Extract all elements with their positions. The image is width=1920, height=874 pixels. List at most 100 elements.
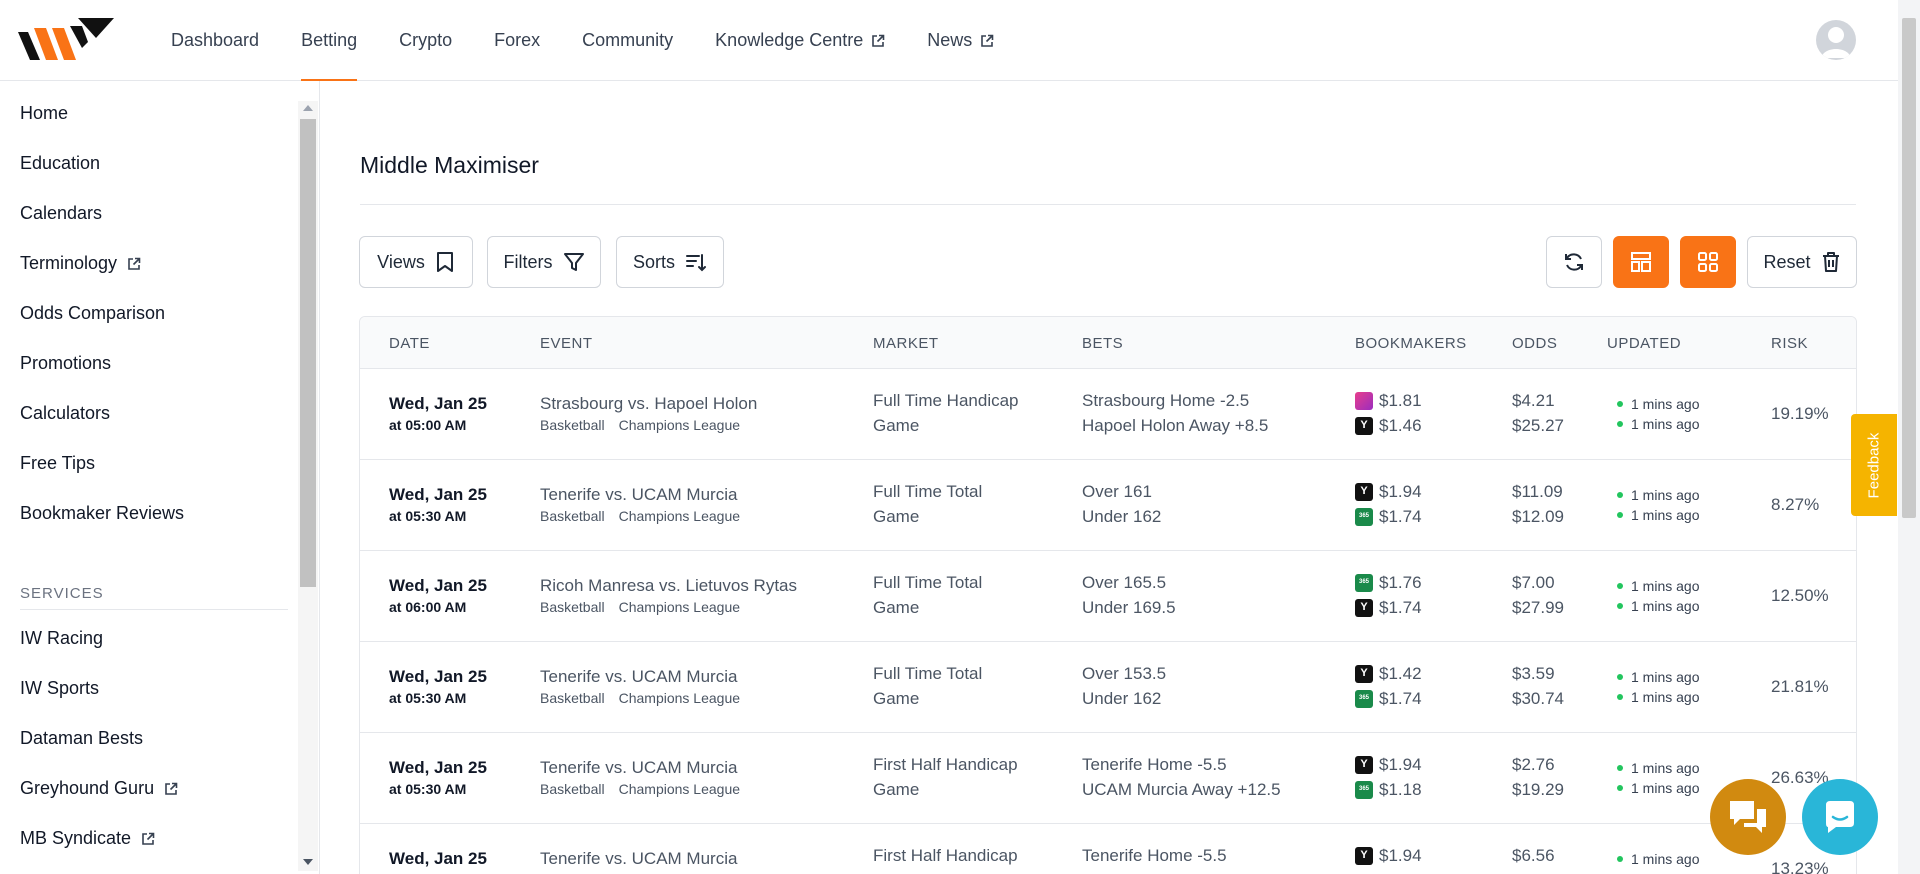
filters-button[interactable]: Filters xyxy=(487,236,601,288)
views-button[interactable]: Views xyxy=(359,236,473,288)
bookmaker-black-icon: Y xyxy=(1355,598,1373,617)
updated-text: 1 mins ago xyxy=(1631,688,1700,705)
event-name[interactable]: Tenerife vs. UCAM Murcia xyxy=(540,755,740,780)
page-scrollbar[interactable] xyxy=(1898,0,1920,874)
sidebar-item-education[interactable]: Education xyxy=(20,153,100,174)
nav-betting[interactable]: Betting xyxy=(280,0,378,81)
brand-logo[interactable] xyxy=(18,18,118,60)
nav-crypto[interactable]: Crypto xyxy=(378,0,473,81)
bookmaker-line-1[interactable]: Y $1.94 xyxy=(1355,479,1422,504)
bet-line-2: Under 162 xyxy=(1082,507,1162,526)
market-cell: Full Time Total Game xyxy=(873,661,982,711)
sidebar-scrollbar[interactable] xyxy=(298,101,318,871)
scroll-up-arrow-icon[interactable] xyxy=(303,105,313,111)
risk-cell: 21.81% xyxy=(1771,677,1829,696)
bookmaker-black-icon: Y xyxy=(1355,664,1373,683)
bet-line-1: Tenerife Home -5.5 xyxy=(1082,755,1227,774)
sidebar-item-label: Free Tips xyxy=(20,453,96,473)
bookmaker-line-2[interactable]: 365 $1.74 xyxy=(1355,504,1422,529)
support-chat-button[interactable] xyxy=(1802,779,1878,855)
event-name[interactable]: Tenerife vs. UCAM Murcia xyxy=(540,482,740,507)
sidebar-item-iw-racing[interactable]: IW Racing xyxy=(20,628,103,649)
sidebar-item-label: Calendars xyxy=(20,203,103,223)
sidebar-item-terminology[interactable]: Terminology xyxy=(20,253,141,274)
sport-label: Basketball xyxy=(540,781,605,797)
sidebar-item-greyhound-guru[interactable]: Greyhound Guru xyxy=(20,778,178,799)
odds-line-2: $25.27 xyxy=(1512,416,1564,435)
feedback-tab[interactable]: Feedback xyxy=(1851,414,1897,516)
bookmaker-line-2[interactable]: Y $1.46 xyxy=(1355,413,1422,438)
sidebar-item-calculators[interactable]: Calculators xyxy=(20,403,110,424)
bookmaker-line-1[interactable]: Y $1.94 xyxy=(1355,843,1422,868)
bookmaker-black-icon: Y xyxy=(1355,482,1373,501)
column-header-odds[interactable]: ODDS xyxy=(1512,335,1557,352)
sidebar-item-label: Dataman Bests xyxy=(20,728,144,748)
sidebar-item-promotions[interactable]: Promotions xyxy=(20,353,111,374)
community-chat-button[interactable] xyxy=(1710,779,1786,855)
layout-grid-button[interactable] xyxy=(1680,236,1736,288)
table-row[interactable]: Wed, Jan 25 at 06:00 AM Ricoh Manresa vs. … xyxy=(360,551,1856,642)
nav-label: Community xyxy=(582,30,674,50)
external-link-icon xyxy=(872,34,885,47)
nav-label: Knowledge Centre xyxy=(715,30,864,50)
bets-cell: Over 161 Under 162 xyxy=(1082,479,1161,529)
table-row[interactable]: Wed, Jan 25 at 05:00 AM Strasbourg vs. Hap… xyxy=(360,369,1856,460)
sidebar-item-calendars[interactable]: Calendars xyxy=(20,203,102,224)
scroll-down-arrow-icon[interactable] xyxy=(303,859,313,865)
event-name[interactable]: Tenerife vs. UCAM Murcia xyxy=(540,846,737,871)
column-header-bookmakers[interactable]: BOOKMAKERS xyxy=(1355,335,1467,352)
sidebar-item-mb-syndicate[interactable]: MB Syndicate xyxy=(20,828,155,849)
main-nav: Dashboard Betting Crypto Forex Community Know… xyxy=(150,0,1015,81)
layout-list-button[interactable] xyxy=(1613,236,1669,288)
user-avatar-icon xyxy=(1821,27,1851,58)
bookmaker-line-2[interactable]: 365 $1.18 xyxy=(1355,777,1422,802)
bookmaker-line-1[interactable]: 365 $1.76 xyxy=(1355,570,1422,595)
sidebar-item-iw-sports[interactable]: IW Sports xyxy=(20,678,99,699)
event-cell: Ricoh Manresa vs. Lietuvos Rytas Basketba… xyxy=(540,573,797,616)
time-text: at 06:00 AM xyxy=(389,599,467,615)
bookmaker-line-2[interactable] xyxy=(1355,868,1422,874)
sidebar-scroll-thumb[interactable] xyxy=(300,119,316,587)
table-row[interactable]: Wed, Jan 25 at 05:30 AM Tenerife vs. UCAM … xyxy=(360,642,1856,733)
bookmaker-line-1[interactable]: Y $1.42 xyxy=(1355,661,1422,686)
column-header-market[interactable]: MARKET xyxy=(873,335,939,352)
nav-community[interactable]: Community xyxy=(561,0,694,81)
nav-knowledge-centre[interactable]: Knowledge Centre xyxy=(694,0,906,81)
column-header-bets[interactable]: BETS xyxy=(1082,335,1123,352)
table-row[interactable]: Wed, Jan 25 at 05:30 AM Tenerife vs. UCAM … xyxy=(360,733,1856,824)
nav-forex[interactable]: Forex xyxy=(473,0,561,81)
bookmaker-line-2[interactable]: Y $1.74 xyxy=(1355,595,1422,620)
column-header-date[interactable]: DATE xyxy=(389,335,430,352)
sidebar-item-bookmaker-reviews[interactable]: Bookmaker Reviews xyxy=(20,503,184,524)
table-row[interactable]: Wed, Jan 25 Tenerife vs. UCAM Murcia First… xyxy=(360,824,1856,874)
column-header-risk[interactable]: RISK xyxy=(1771,335,1808,352)
bookmaker-black-icon: Y xyxy=(1355,416,1373,435)
event-name[interactable]: Tenerife vs. UCAM Murcia xyxy=(540,664,740,689)
page-title: Middle Maximiser xyxy=(360,152,539,178)
sidebar-item-label: IW Racing xyxy=(20,628,104,648)
column-header-updated[interactable]: UPDATED xyxy=(1607,335,1681,352)
nav-dashboard[interactable]: Dashboard xyxy=(150,0,280,81)
sidebar-item-dataman-bests[interactable]: Dataman Bests xyxy=(20,728,143,749)
bookmaker-line-2[interactable]: 365 $1.74 xyxy=(1355,686,1422,711)
event-meta: Basketball Champions League xyxy=(540,507,740,525)
bookmaker-price: $1.42 xyxy=(1379,664,1422,683)
column-header-event[interactable]: EVENT xyxy=(540,335,593,352)
table-row[interactable]: Wed, Jan 25 at 05:30 AM Tenerife vs. UCAM … xyxy=(360,460,1856,551)
sidebar-item-odds-comparison[interactable]: Odds Comparison xyxy=(20,303,165,324)
sidebar-item-home[interactable]: Home xyxy=(20,103,68,124)
event-name[interactable]: Strasbourg vs. Hapoel Holon xyxy=(540,391,757,416)
sort-icon xyxy=(686,254,706,272)
sport-label: Basketball xyxy=(540,508,605,524)
sidebar-item-free-tips[interactable]: Free Tips xyxy=(20,453,95,474)
status-dot-icon xyxy=(1617,492,1623,498)
nav-news[interactable]: News xyxy=(906,0,1015,81)
sorts-button[interactable]: Sorts xyxy=(616,236,724,288)
user-avatar[interactable] xyxy=(1816,20,1856,60)
bookmaker-line-1[interactable]: $1.81 xyxy=(1355,388,1422,413)
refresh-button[interactable] xyxy=(1546,236,1602,288)
odds-line-2: $27.99 xyxy=(1512,598,1564,617)
bookmaker-line-1[interactable]: Y $1.94 xyxy=(1355,752,1422,777)
event-name[interactable]: Ricoh Manresa vs. Lietuvos Rytas xyxy=(540,573,797,598)
reset-button[interactable]: Reset xyxy=(1747,236,1857,288)
